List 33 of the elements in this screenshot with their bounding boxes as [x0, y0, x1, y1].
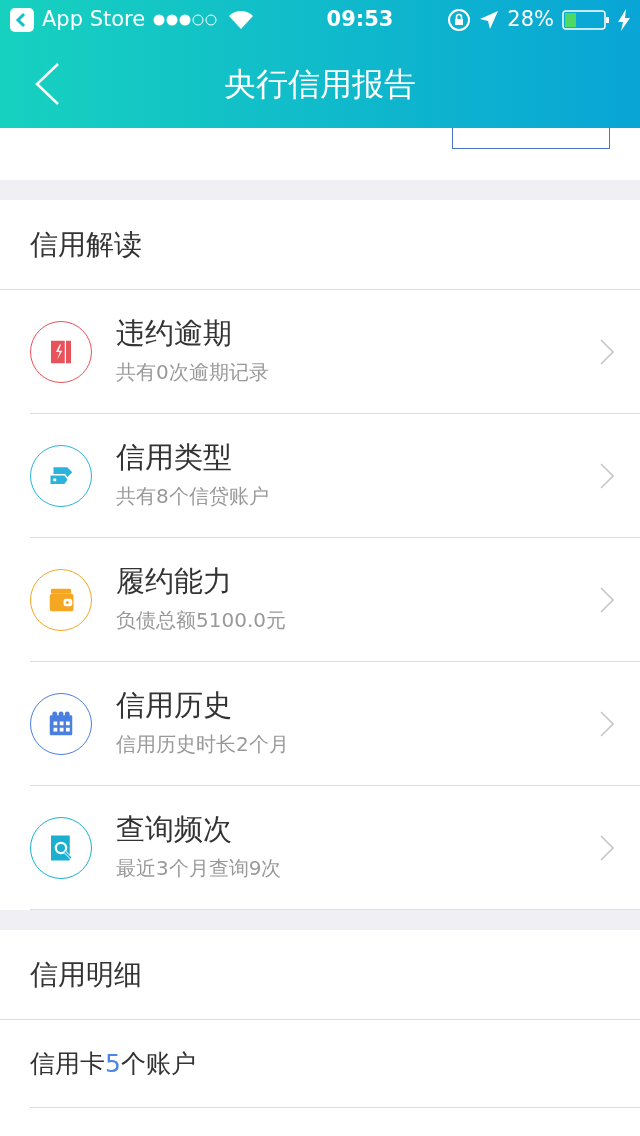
item-subtitle: 最近3个月查询9次 — [116, 854, 283, 882]
chevron-icon — [600, 834, 614, 861]
back-button[interactable] — [34, 62, 60, 106]
item-title: 查询频次 — [116, 812, 233, 847]
chevron-icon — [600, 338, 614, 365]
chevron-icon — [600, 462, 614, 489]
chevron-icon — [600, 710, 614, 737]
chevron-icon — [600, 586, 614, 613]
section-title: 信用明细 — [30, 956, 142, 993]
query-button[interactable] — [452, 128, 610, 149]
list-item[interactable]: 信用历史 信用历史时长2个月 — [30, 662, 640, 786]
detail-row-label[interactable]: 信用卡5个账户 — [30, 1044, 196, 1083]
wifi-icon — [229, 11, 254, 29]
item-title: 信用历史 — [116, 688, 233, 723]
clock: 09:53 — [325, 6, 395, 34]
charging-icon — [618, 9, 630, 31]
list-item[interactable]: 履约能力 负债总额5100.0元 — [30, 538, 640, 662]
item-subtitle: 共有0次逾期记录 — [116, 358, 270, 386]
item-title: 违约逾期 — [116, 316, 233, 351]
item-title: 信用类型 — [116, 440, 233, 475]
item-subtitle: 负债总额5100.0元 — [116, 606, 287, 634]
item-subtitle: 共有8个信贷账户 — [116, 482, 270, 510]
list-item[interactable]: 信用类型 共有8个信贷账户 — [30, 414, 640, 538]
battery-icon — [562, 10, 610, 30]
back-app-icon[interactable] — [10, 8, 34, 32]
page-title: 央行信用报告 — [224, 64, 416, 105]
list-item[interactable]: 违约逾期 共有0次逾期记录 — [30, 290, 640, 414]
location-icon — [479, 10, 500, 30]
item-title: 履约能力 — [116, 564, 233, 599]
section-title: 信用解读 — [30, 226, 142, 263]
battery-percent: 28% — [507, 6, 554, 34]
rotation-lock-icon — [447, 8, 472, 32]
item-subtitle: 信用历史时长2个月 — [116, 730, 290, 758]
